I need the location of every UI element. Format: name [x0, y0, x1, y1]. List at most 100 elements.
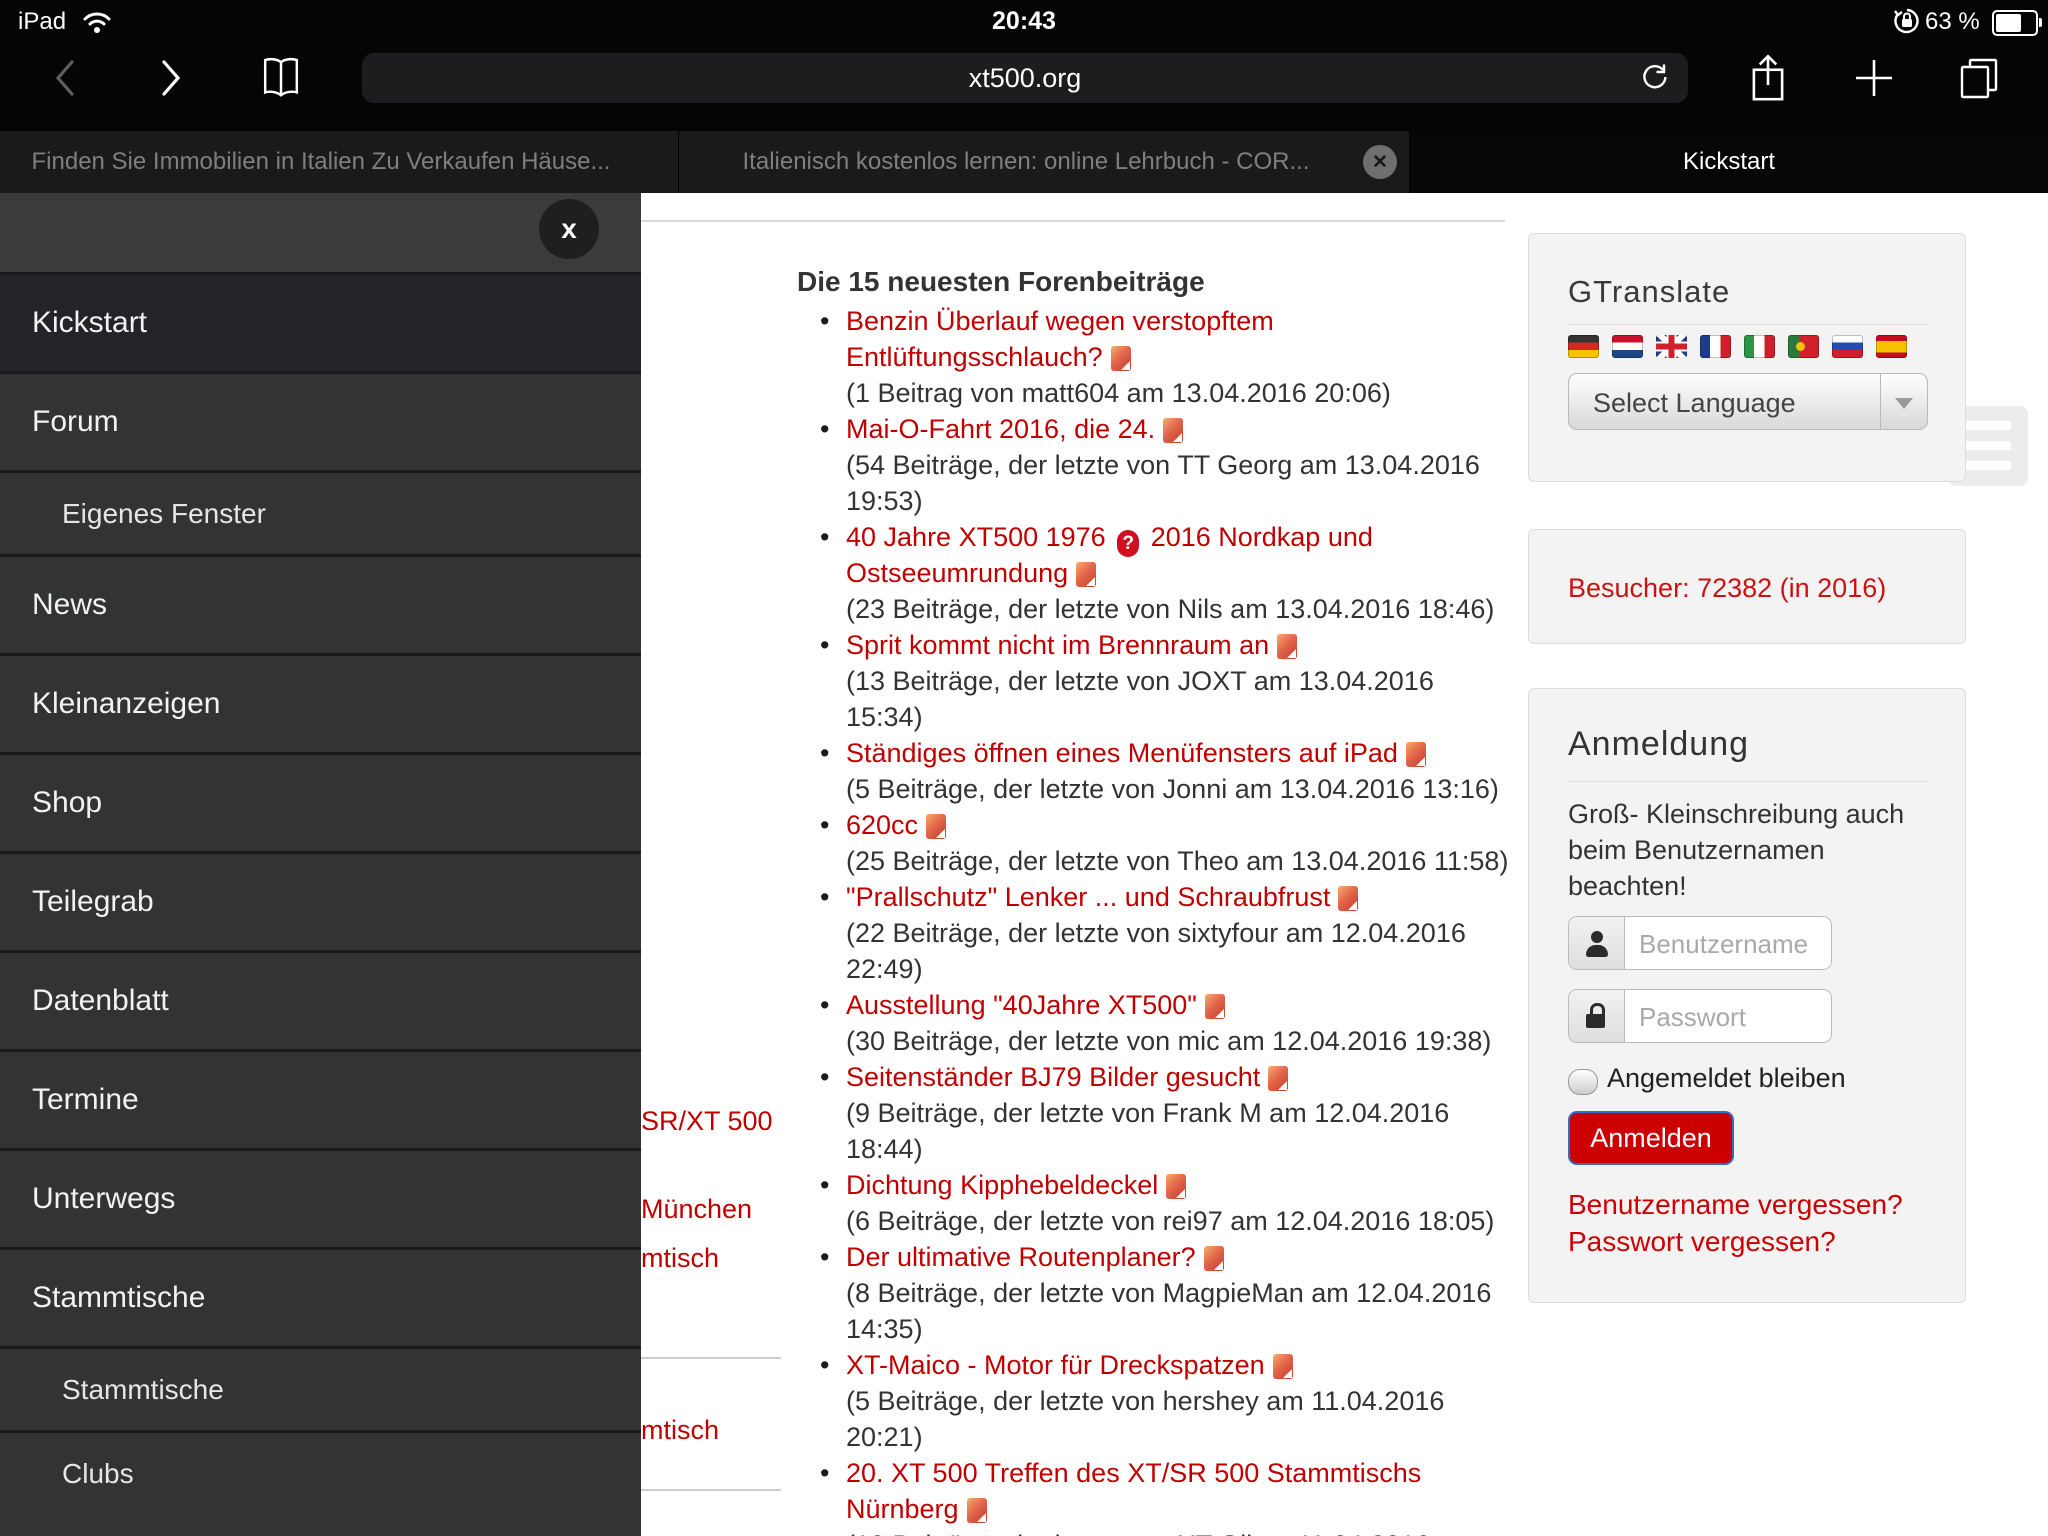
- forum-post-meta: (23 Beiträge, der letzte von Nils am 13.…: [846, 594, 1495, 624]
- new-post-icon: [926, 814, 947, 839]
- new-post-icon: [1338, 886, 1359, 911]
- bullet: •: [820, 414, 830, 444]
- overlay-menu-header: x: [0, 193, 641, 272]
- menu-item-shop[interactable]: Shop: [0, 752, 641, 851]
- forum-post-link[interactable]: • 40 Jahre XT500 1976 ? 2016 Nordkap und: [820, 519, 1566, 557]
- web-page: SR/XT 500 München mtisch mtisch Die 15 n…: [0, 193, 2048, 1536]
- forum-post-link[interactable]: • "Prallschutz" Lenker ... und Schraubfru…: [820, 879, 1566, 915]
- forum-post-link[interactable]: • Ständiges öffnen eines Menüfensters auf…: [820, 735, 1566, 771]
- new-post-icon: [1272, 1354, 1293, 1379]
- menu-item-news[interactable]: News: [0, 554, 641, 653]
- forum-post-link[interactable]: • Sprit kommt nicht im Brennraum an: [820, 627, 1566, 663]
- menu-item-label: Forum: [32, 405, 119, 438]
- back-button[interactable]: [52, 58, 78, 98]
- link-fragment[interactable]: mtisch: [641, 1243, 719, 1274]
- forum-post-link[interactable]: • Dichtung Kipphebeldeckel: [820, 1167, 1566, 1203]
- menu-item-label: Stammtische: [32, 1281, 206, 1314]
- menu-item-label: Datenblatt: [32, 984, 169, 1017]
- menu-item-kleinanzeigen[interactable]: Kleinanzeigen: [0, 653, 641, 752]
- menu-item-teilegrab[interactable]: Teilegrab: [0, 851, 641, 950]
- france-flag-icon[interactable]: [1700, 335, 1731, 358]
- login-button[interactable]: Anmelden: [1568, 1111, 1734, 1165]
- bullet: •: [820, 1458, 830, 1488]
- bullet: •: [820, 810, 830, 840]
- menu-item-stammtische[interactable]: Stammtische: [0, 1346, 641, 1430]
- forgot-password-link[interactable]: Passwort vergessen?: [1568, 1226, 1836, 1258]
- share-icon[interactable]: [1748, 52, 1788, 104]
- new-post-icon: [1110, 346, 1131, 371]
- link-fragment[interactable]: SR/XT 500: [641, 1106, 773, 1137]
- germany-flag-icon[interactable]: [1568, 335, 1599, 358]
- battery-percent: 63 %: [1925, 8, 1980, 35]
- lock-icon: [1569, 990, 1625, 1042]
- overlay-menu-items: Kickstart Forum Eigenes Fenster News Kleinan…: [0, 272, 641, 1514]
- bookmarks-icon[interactable]: [258, 55, 304, 101]
- close-tab-icon[interactable]: ✕: [1363, 145, 1397, 179]
- new-post-icon: [1277, 634, 1298, 659]
- spain-flag-icon[interactable]: [1876, 335, 1907, 358]
- login-note: Groß- Kleinschreibung auch: [1568, 799, 1905, 829]
- forum-post-link[interactable]: • Benzin Überlauf wegen verstopftem: [820, 303, 1566, 339]
- visitor-counter-widget: Besucher: 72382 (in 2016): [1528, 529, 1966, 644]
- gtranslate-title: GTranslate: [1568, 274, 1731, 309]
- link-fragment[interactable]: mtisch: [641, 1415, 719, 1446]
- forum-post-meta: 22:49): [846, 954, 923, 984]
- reload-icon[interactable]: [1640, 63, 1670, 93]
- forward-button[interactable]: [158, 58, 184, 98]
- russia-flag-icon[interactable]: [1832, 335, 1863, 358]
- address-bar[interactable]: xt500.org: [362, 53, 1688, 103]
- menu-item-label: Termine: [32, 1083, 139, 1116]
- forum-post-link[interactable]: • Ausstellung "40Jahre XT500": [820, 987, 1566, 1023]
- menu-item-label: Shop: [32, 786, 103, 819]
- menu-item-eigenes-fenster[interactable]: Eigenes Fenster: [0, 470, 641, 554]
- forum-post-meta: (54 Beiträge, der letzte von TT Georg am…: [846, 450, 1480, 480]
- forum-post-meta: (18 Beiträge, der letzte von XT Oliver 1…: [846, 1527, 1566, 1536]
- bullet: •: [820, 306, 830, 336]
- list-divider: [641, 1357, 781, 1359]
- link-fragment[interactable]: München: [641, 1194, 752, 1225]
- menu-item-datenblatt[interactable]: Datenblatt: [0, 950, 641, 1049]
- menu-item-termine[interactable]: Termine: [0, 1049, 641, 1148]
- italy-flag-icon[interactable]: [1744, 335, 1775, 358]
- forum-post-link[interactable]: • Der ultimative Routenplaner?: [820, 1239, 1566, 1275]
- tab-kickstart[interactable]: Kickstart: [1410, 131, 2048, 193]
- password-input[interactable]: [1625, 990, 1831, 1042]
- portugal-flag-icon[interactable]: [1788, 335, 1819, 358]
- tabs-overview-icon[interactable]: [1956, 54, 2004, 102]
- login-widget: Anmeldung Groß- Kleinschreibung auch bei…: [1528, 688, 1966, 1303]
- tab-italienisch[interactable]: Italienisch kostenlos lernen: online Leh…: [679, 131, 1410, 193]
- remember-checkbox[interactable]: [1568, 1069, 1598, 1095]
- forum-post-link[interactable]: • XT-Maico - Motor für Dreckspatzen: [820, 1347, 1566, 1383]
- menu-item-stammtische[interactable]: Stammtische: [0, 1247, 641, 1346]
- forum-post-meta: (8 Beiträge, der letzte von MagpieMan am…: [846, 1278, 1492, 1308]
- login-note: beim Benutzernamen: [1568, 835, 1825, 865]
- chevron-down-icon: [1895, 398, 1913, 409]
- username-input[interactable]: [1625, 917, 1831, 969]
- menu-item-unterwegs[interactable]: Unterwegs: [0, 1148, 641, 1247]
- forum-post-meta: (9 Beiträge, der letzte von Frank M am 1…: [846, 1098, 1450, 1128]
- menu-item-label: Kickstart: [32, 306, 148, 339]
- divider: [1568, 324, 1928, 325]
- forgot-username-link[interactable]: Benutzername vergessen?: [1568, 1189, 1903, 1221]
- menu-item-clubs[interactable]: Clubs: [0, 1430, 641, 1514]
- forum-post-link[interactable]: • Seitenständer BJ79 Bilder gesucht: [820, 1059, 1566, 1095]
- new-tab-icon[interactable]: [1852, 56, 1896, 100]
- menu-item-forum[interactable]: Forum: [0, 371, 641, 470]
- tab-immobilien[interactable]: Finden Sie Immobilien in Italien Zu Verk…: [0, 131, 679, 193]
- forum-post-link[interactable]: Ostseeumrundung: [846, 555, 1566, 591]
- select-dropdown-button[interactable]: [1880, 374, 1927, 429]
- forum-post-link[interactable]: • 620cc: [820, 807, 1566, 843]
- language-select[interactable]: Select Language: [1568, 373, 1928, 430]
- new-post-icon: [1076, 562, 1097, 587]
- forum-post-meta: (1 Beitrag von matt604 am 13.04.2016 20:…: [846, 378, 1391, 408]
- forum-post-link[interactable]: Entlüftungsschlauch?: [846, 339, 1566, 375]
- menu-item-kickstart[interactable]: Kickstart: [0, 272, 641, 371]
- forum-post-link[interactable]: Nürnberg: [846, 1491, 1566, 1527]
- forum-post-link[interactable]: • Mai-O-Fahrt 2016, die 24.: [820, 411, 1566, 447]
- uk-flag-icon[interactable]: [1656, 335, 1687, 358]
- netherlands-flag-icon[interactable]: [1612, 335, 1643, 358]
- forum-post-meta: (5 Beiträge, der letzte von hershey am 1…: [846, 1386, 1445, 1416]
- close-menu-button[interactable]: x: [539, 199, 599, 259]
- forum-post-link[interactable]: • 20. XT 500 Treffen des XT/SR 500 Stammt…: [820, 1455, 1566, 1491]
- missing-glyph-icon: ?: [1117, 530, 1140, 557]
